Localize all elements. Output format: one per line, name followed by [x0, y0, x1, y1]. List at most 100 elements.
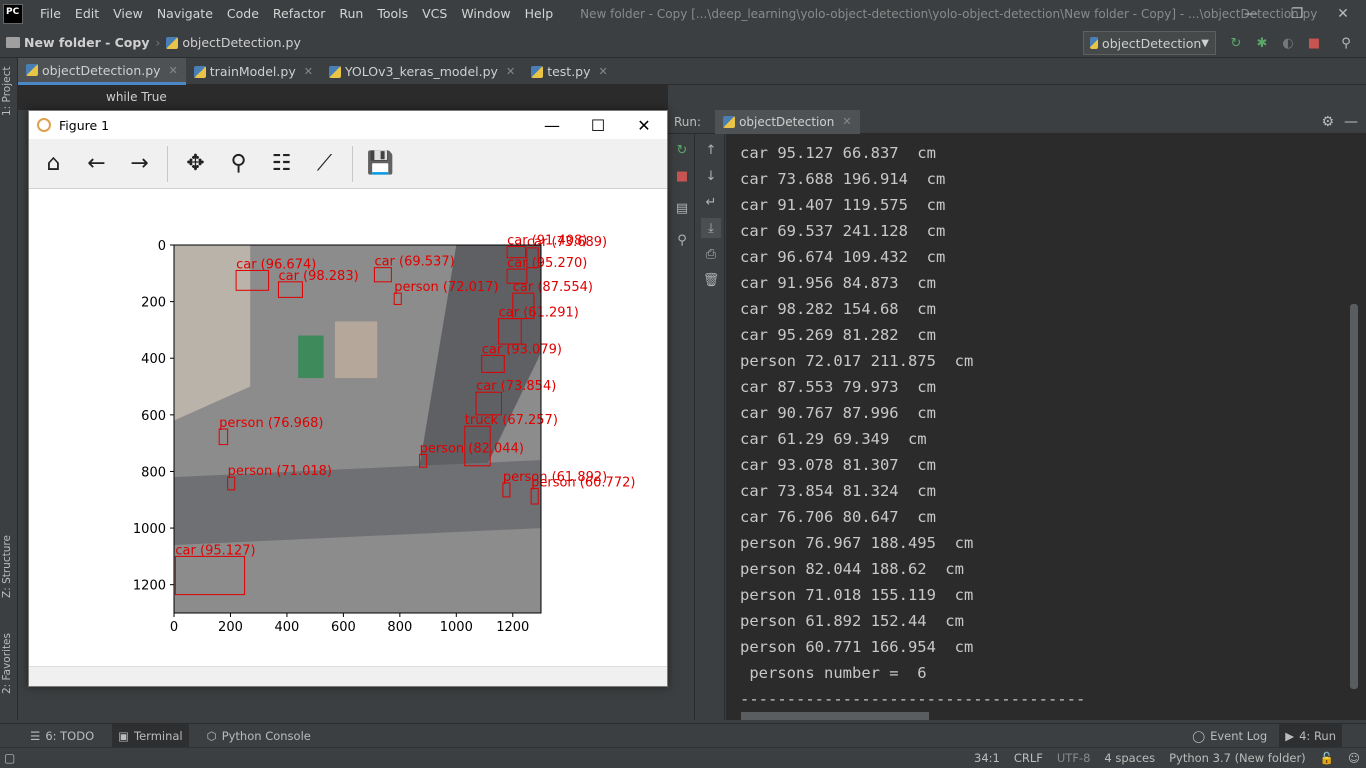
event-log-tool-button[interactable]: ◯ Event Log — [1186, 724, 1273, 748]
run-toolbar-left: ↻ ■ ▤ ⚲ — [668, 134, 695, 720]
menu-run[interactable]: Run — [332, 0, 370, 28]
editor-tabs: objectDetection.py ✕ trainModel.py ✕ YOL… — [18, 58, 1366, 85]
close-tab-icon[interactable]: ✕ — [169, 64, 178, 77]
close-tab-icon[interactable]: ✕ — [599, 65, 608, 78]
run-tool-button[interactable]: ▶ 4: Run — [1279, 723, 1342, 748]
close-tab-icon[interactable]: ✕ — [842, 115, 851, 128]
menu-file[interactable]: File — [33, 0, 68, 28]
stop-icon[interactable]: ■ — [672, 166, 692, 186]
tab-trainmodel[interactable]: trainModel.py ✕ — [186, 58, 321, 85]
close-tab-icon[interactable]: ✕ — [304, 65, 313, 78]
file-encoding[interactable]: UTF-8 — [1057, 751, 1091, 765]
matplotlib-icon — [37, 118, 51, 132]
pin-icon[interactable]: ⚲ — [672, 230, 692, 250]
lock-icon[interactable]: 🔓 — [1320, 751, 1334, 765]
scroll-to-end-icon[interactable]: ⤓ — [701, 218, 721, 238]
console-line: person 71.018 155.119 cm — [740, 586, 974, 604]
menu-vcs[interactable]: VCS — [415, 0, 454, 28]
tab-objectdetection[interactable]: objectDetection.py ✕ — [18, 58, 186, 85]
forward-icon[interactable]: → — [118, 144, 161, 184]
figure-close-button[interactable]: ✕ — [621, 111, 667, 139]
inspector-icon[interactable]: ☺ — [1348, 751, 1360, 765]
indent-setting[interactable]: 4 spaces — [1104, 751, 1155, 765]
print-icon[interactable]: ⎙ — [701, 244, 721, 264]
hide-panel-icon[interactable]: — — [1344, 114, 1358, 130]
console-line: persons number = 6 — [740, 664, 927, 682]
run-console[interactable]: car 95.127 66.837 cm car 73.688 196.914 c… — [726, 134, 1366, 720]
detection-label: car (93.079) — [482, 342, 562, 357]
breadcrumb-file[interactable]: objectDetection.py — [166, 35, 301, 50]
breadcrumb-project[interactable]: New folder - Copy — [6, 35, 150, 50]
project-tool-button[interactable]: 1: Project — [1, 67, 13, 116]
close-button[interactable]: ✕ — [1320, 0, 1366, 28]
search-everywhere-icon[interactable]: ⚲ — [1336, 33, 1356, 53]
console-line: car 69.537 241.128 cm — [740, 222, 946, 240]
event-log-icon: ◯ — [1192, 728, 1206, 743]
caret-position[interactable]: 34:1 — [974, 751, 1000, 765]
menu-view[interactable]: View — [106, 0, 150, 28]
x-tick-label: 200 — [218, 620, 243, 635]
favorites-tool-button[interactable]: 2: Favorites — [1, 633, 13, 694]
configure-icon[interactable]: ☷ — [260, 144, 303, 184]
breadcrumb-file-label: objectDetection.py — [182, 35, 301, 50]
y-tick-label: 800 — [141, 465, 166, 480]
restore-button[interactable]: ❐ — [1274, 0, 1320, 28]
toolbar-separator — [352, 145, 353, 182]
minimize-button[interactable]: — — [1228, 0, 1274, 28]
editor-breadcrumb[interactable]: while True — [18, 85, 668, 110]
close-tab-icon[interactable]: ✕ — [506, 65, 515, 78]
terminal-tool-button[interactable]: ▣ Terminal — [112, 723, 189, 748]
coverage-button[interactable]: ◐ — [1278, 33, 1298, 53]
menu-edit[interactable]: Edit — [68, 0, 106, 28]
layout-icon[interactable]: ▤ — [672, 198, 692, 218]
run-configuration-select[interactable]: objectDetection ▼ — [1083, 31, 1216, 55]
gear-icon[interactable]: ⚙ — [1321, 114, 1334, 130]
zoom-icon[interactable]: ⚲ — [217, 144, 260, 184]
toggle-tool-windows-icon[interactable]: ▢ — [4, 751, 15, 765]
folder-icon — [6, 37, 20, 48]
figure-title: Figure 1 — [59, 117, 110, 133]
y-tick-label: 1200 — [133, 579, 166, 594]
menu-window[interactable]: Window — [454, 0, 517, 28]
tab-yolov3-keras-model[interactable]: YOLOv3_keras_model.py ✕ — [321, 58, 523, 85]
trash-icon[interactable]: 🗑 — [701, 270, 721, 290]
menu-help[interactable]: Help — [518, 0, 561, 28]
structure-tool-button[interactable]: Z: Structure — [1, 535, 13, 598]
save-icon[interactable]: 💾 — [359, 144, 402, 184]
python-console-label: Python Console — [221, 728, 311, 743]
figure-canvas[interactable]: car (96.674) car (98.283) car (69.537) car … — [29, 189, 667, 667]
up-arrow-icon[interactable]: ↑ — [701, 140, 721, 160]
event-log-label: Event Log — [1210, 728, 1268, 743]
figure-window: Figure 1 — ☐ ✕ ⌂ ← → ✥ ⚲ ☷ ⟋ 💾 car (96.6… — [28, 110, 668, 687]
back-icon[interactable]: ← — [75, 144, 118, 184]
title-bar: PC File Edit View Navigate Code Refactor… — [0, 0, 1366, 28]
soft-wrap-icon[interactable]: ↵ — [701, 192, 721, 212]
console-line: car 95.269 81.282 cm — [740, 326, 936, 344]
vertical-scrollbar[interactable] — [1350, 304, 1358, 689]
debug-button[interactable]: ✱ — [1252, 33, 1272, 53]
stop-button[interactable]: ■ — [1304, 33, 1324, 53]
pan-icon[interactable]: ✥ — [174, 144, 217, 184]
rerun-icon[interactable]: ↻ — [672, 140, 692, 160]
menu-tools[interactable]: Tools — [370, 0, 415, 28]
home-icon[interactable]: ⌂ — [32, 144, 75, 184]
todo-tool-button[interactable]: ☰ 6: TODO — [24, 724, 100, 748]
line-separator[interactable]: CRLF — [1014, 751, 1043, 765]
terminal-label: Terminal — [134, 728, 183, 743]
figure-maximize-button[interactable]: ☐ — [575, 111, 621, 139]
rerun-button[interactable]: ↻ — [1226, 33, 1246, 53]
menu-navigate[interactable]: Navigate — [150, 0, 220, 28]
run-tab-objectdetection[interactable]: objectDetection ✕ — [715, 109, 860, 134]
edit-axis-icon[interactable]: ⟋ — [303, 144, 346, 184]
tab-label: YOLOv3_keras_model.py — [344, 64, 498, 79]
menu-code[interactable]: Code — [220, 0, 266, 28]
python-console-tool-button[interactable]: ⬡ Python Console — [201, 724, 317, 748]
tab-test[interactable]: test.py ✕ — [523, 58, 616, 85]
python-file-icon — [26, 64, 38, 76]
menu-refactor[interactable]: Refactor — [266, 0, 332, 28]
down-arrow-icon[interactable]: ↓ — [701, 166, 721, 186]
horizontal-scrollbar[interactable] — [741, 712, 929, 720]
python-interpreter[interactable]: Python 3.7 (New folder) — [1169, 751, 1306, 765]
figure-minimize-button[interactable]: — — [529, 111, 575, 139]
detection-label: car (73.689) — [527, 235, 607, 250]
